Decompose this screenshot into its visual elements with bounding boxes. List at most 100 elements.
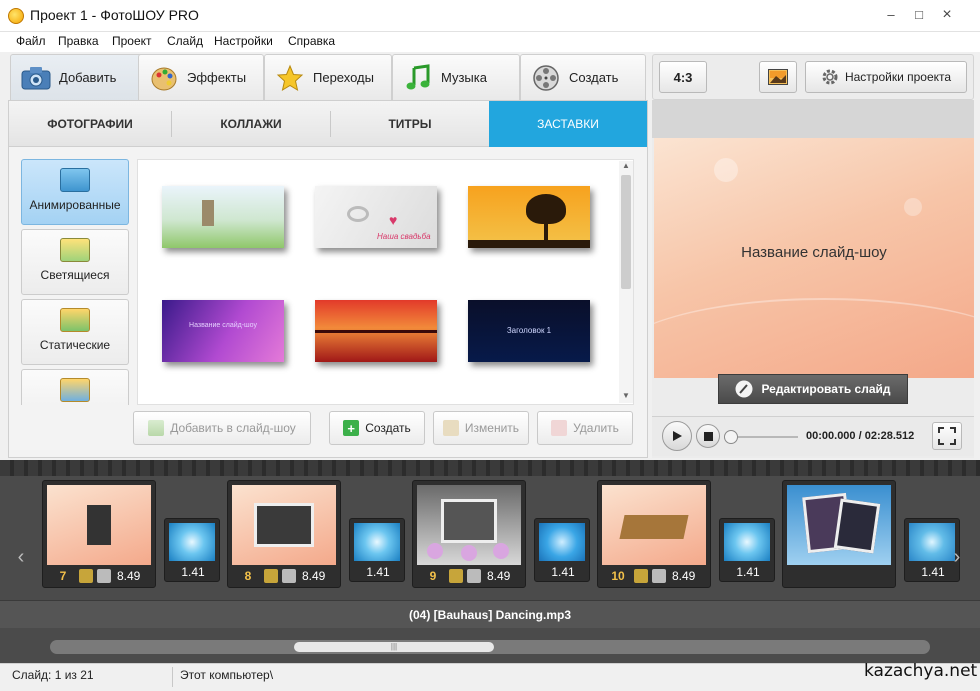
scroll-down-icon[interactable]: ▼ (622, 391, 630, 400)
subtab-titles[interactable]: ТИТРЫ (331, 101, 489, 147)
thumb-rings-caption: Наша свадьба (377, 232, 431, 241)
transition-thumbnail (539, 523, 585, 561)
playback-controls: 00:00.000 / 02:28.512 (652, 416, 974, 456)
play-button[interactable] (662, 421, 692, 451)
tool-tabs: Добавить Эффекты Переходы Музыка Создать (8, 52, 648, 100)
library-sub-tabs: ФОТОГРАФИИ КОЛЛАЖИ ТИТРЫ ЗАСТАВКИ (9, 101, 647, 147)
category-animated-label: Анимированные (29, 198, 121, 212)
timeline-knob[interactable] (724, 430, 738, 444)
pencil-icon[interactable] (264, 569, 278, 583)
window-title: Проект 1 - ФотоШОУ PRO (30, 7, 199, 23)
status-divider (172, 667, 173, 687)
category-glowing[interactable]: Светящиеся (21, 229, 129, 295)
category-glowing-label: Светящиеся (40, 268, 110, 282)
play-icon (673, 431, 682, 441)
scroll-up-icon[interactable]: ▲ (622, 161, 630, 170)
tab-effects[interactable]: Эффекты (138, 54, 264, 100)
create-button[interactable]: + Создать (329, 411, 425, 445)
edit-button[interactable]: Изменить (433, 411, 529, 445)
tab-add[interactable]: Добавить (10, 54, 144, 100)
add-to-slideshow-button[interactable]: Добавить в слайд-шоу (133, 411, 311, 445)
animated-picture-icon (60, 168, 90, 192)
slide-card[interactable]: 7 8.49 (42, 480, 156, 588)
tab-music[interactable]: Музыка (392, 54, 520, 100)
pencil-icon[interactable] (634, 569, 648, 583)
close-button[interactable]: × (936, 6, 958, 24)
arrow-down-icon (148, 420, 165, 436)
slide-number: 7 (59, 569, 67, 583)
decor-wave (654, 298, 974, 378)
watermark: kazachya.net (864, 661, 978, 681)
subtab-collages[interactable]: КОЛЛАЖИ (172, 101, 330, 147)
pencil-icon[interactable] (79, 569, 93, 583)
thumb-nature-castle[interactable] (162, 186, 284, 248)
menu-file[interactable]: Файл (16, 34, 46, 48)
menu-edit[interactable]: Правка (58, 34, 99, 48)
preview-title: Название слайд-шоу (741, 244, 887, 261)
slide-card[interactable]: 9 8.49 (412, 480, 526, 588)
speaker-icon[interactable] (97, 569, 111, 583)
edit-slide-button[interactable]: Редактировать слайд (718, 374, 908, 404)
maximize-button[interactable]: □ (908, 6, 930, 24)
edit-label: Изменить (464, 421, 520, 435)
thumb-purple-lights[interactable]: Название слайд-шоу (162, 300, 284, 362)
thumb-purple-caption: Название слайд-шоу (189, 322, 257, 329)
background-image-button[interactable] (759, 61, 797, 93)
transition-card[interactable]: 1.41 (349, 518, 405, 582)
storyboard: ‹ 7 8.49 1.41 8 8.49 1.41 9 8.49 1.41 10 8.4… (0, 460, 980, 663)
slide-thumbnail (787, 485, 891, 565)
stop-icon (703, 431, 713, 441)
menu-project[interactable]: Проект (112, 34, 152, 48)
transition-card[interactable]: 1.41 (164, 518, 220, 582)
category-more[interactable] (21, 369, 129, 405)
slide-duration: 8.49 (672, 569, 696, 583)
current-location: Этот компьютер\ (180, 668, 274, 682)
aspect-ratio-button[interactable]: 4:3 (659, 61, 707, 93)
slide-number: 8 (244, 569, 252, 583)
menu-bar: Файл Правка Проект Слайд Настройки Справ… (0, 32, 980, 52)
category-animated[interactable]: Анимированные (21, 159, 129, 225)
transition-card[interactable]: 1.41 (534, 518, 590, 582)
thumbnails-scroll-thumb[interactable] (621, 175, 631, 289)
thumbnails-scrollbar[interactable]: ▲ ▼ (619, 161, 633, 403)
delete-button[interactable]: Удалить (537, 411, 633, 445)
slide-card[interactable]: 10 8.49 (597, 480, 711, 588)
preview-header (652, 100, 974, 138)
menu-slide[interactable]: Слайд (167, 34, 203, 48)
music-track[interactable]: (04) [Bauhaus] Dancing.mp3 (0, 600, 980, 628)
thumb-dark-title[interactable]: Заголовок 1 (468, 300, 590, 362)
project-settings-button[interactable]: Настройки проекта (805, 61, 967, 93)
thumb-red-sunset[interactable] (315, 300, 437, 362)
speaker-icon[interactable] (282, 569, 296, 583)
transition-thumbnail (909, 523, 955, 561)
fullscreen-button[interactable] (932, 422, 962, 450)
subtab-intros[interactable]: ЗАСТАВКИ (489, 101, 647, 147)
menu-settings[interactable]: Настройки (214, 34, 273, 48)
thumb-sunset-tree[interactable] (468, 186, 590, 248)
speaker-icon[interactable] (467, 569, 481, 583)
speaker-icon[interactable] (652, 569, 666, 583)
tab-create-label: Создать (569, 70, 619, 85)
slide-card[interactable]: 8 8.49 (227, 480, 341, 588)
tab-transitions-label: Переходы (313, 70, 374, 85)
transition-thumbnail (724, 523, 770, 561)
pencil-icon[interactable] (449, 569, 463, 583)
minimize-button[interactable]: – (880, 6, 902, 24)
slide-card[interactable] (782, 480, 896, 588)
storyboard-scrollbar[interactable]: ||| (50, 640, 930, 654)
tab-transitions[interactable]: Переходы (264, 54, 392, 100)
slide-thumbnail (232, 485, 336, 565)
storyboard-scroll-thumb[interactable]: ||| (294, 642, 494, 652)
delete-icon (551, 420, 568, 436)
tab-create[interactable]: Создать (520, 54, 646, 100)
transition-duration: 1.41 (736, 565, 760, 579)
subtab-photos[interactable]: ФОТОГРАФИИ (9, 101, 171, 147)
category-static[interactable]: Статические (21, 299, 129, 365)
thumb-rings-heart[interactable]: ♥ Наша свадьба (315, 186, 437, 248)
stop-button[interactable] (696, 424, 720, 448)
scroll-right-icon[interactable]: › (950, 546, 964, 570)
timeline-track[interactable] (728, 436, 798, 438)
app-logo-icon (8, 8, 24, 24)
transition-card[interactable]: 1.41 (719, 518, 775, 582)
menu-help[interactable]: Справка (288, 34, 335, 48)
